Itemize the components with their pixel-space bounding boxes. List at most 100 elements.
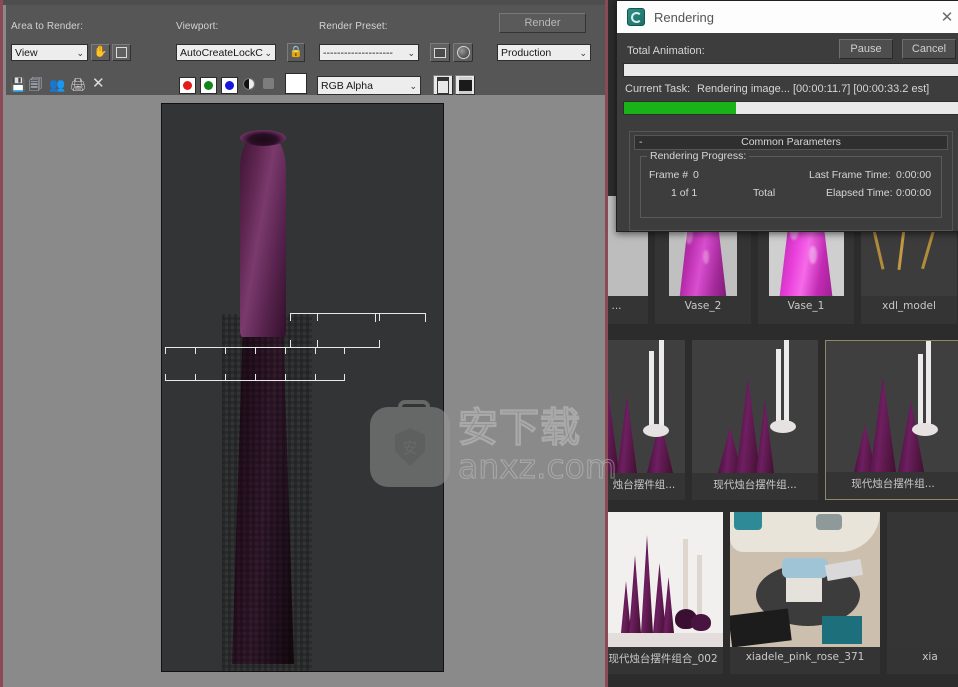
asset-thumbnail xyxy=(608,340,685,473)
color-swatch[interactable] xyxy=(285,73,307,94)
render-preset-select[interactable]: -------------------- ⌄ xyxy=(319,44,419,61)
asset-thumbnail xyxy=(887,512,958,647)
watermark-badge-glyph: 安 xyxy=(395,428,425,466)
render-bucket-marker xyxy=(317,313,318,321)
collapse-icon[interactable]: - xyxy=(639,136,643,149)
channel-select[interactable]: RGB Alpha ⌄ xyxy=(317,76,421,95)
asset-card[interactable]: 烛台摆件组... xyxy=(608,340,685,500)
asset-card-label: Vase_1 xyxy=(787,300,825,312)
total-animation-progressbar xyxy=(623,63,958,77)
alpha-channel-icon[interactable] xyxy=(243,78,255,90)
asset-card-label: 烛台摆件组... xyxy=(612,479,676,491)
render-button[interactable]: Render xyxy=(499,13,586,33)
pause-button[interactable]: Pause xyxy=(839,39,893,59)
render-mode-select[interactable]: Production ⌄ xyxy=(497,44,591,61)
render-bucket-marker xyxy=(379,313,380,321)
last-frame-time-label: Last Frame Time: xyxy=(809,169,891,181)
print-image-icon[interactable]: 🖨 xyxy=(70,78,87,91)
render-mode-value: Production xyxy=(501,47,552,59)
asset-card-label: Vase_2 xyxy=(684,300,722,312)
asset-card[interactable]: 现代烛台摆件组... xyxy=(692,340,818,500)
asset-thumbnail xyxy=(608,512,723,647)
viewport-label: Viewport: xyxy=(176,21,219,32)
frame-value: 0 xyxy=(693,169,699,181)
frame-sequence-value: 1 of 1 xyxy=(671,187,698,199)
total-animation-label: Total Animation: xyxy=(627,45,705,57)
lock-icon[interactable]: 🔒 xyxy=(287,43,305,62)
elapsed-time-label: Elapsed Time: xyxy=(826,187,893,199)
render-setup-icon[interactable] xyxy=(430,43,450,62)
image-background-upper xyxy=(162,104,443,318)
asset-card-label: xiadele_pink_rose_371 xyxy=(745,651,865,663)
chevron-down-icon: ⌄ xyxy=(264,48,272,58)
asset-card[interactable]: xiadele_pink_rose_371 xyxy=(730,512,880,674)
area-to-render-value: View xyxy=(15,47,38,59)
rendered-image[interactable] xyxy=(161,103,444,672)
rendering-progress-group-title: Rendering Progress: xyxy=(647,150,750,162)
asset-thumbnail xyxy=(826,341,958,472)
toggle-background-icon[interactable] xyxy=(455,75,475,95)
render-noise-overlay xyxy=(222,314,312,671)
asset-card[interactable]: xia xyxy=(887,512,958,674)
render-frame-window: Area to Render: Viewport: Render Preset:… xyxy=(0,0,617,687)
asset-card-label: 现代烛台摆件组... xyxy=(713,479,797,491)
asset-card-label: ... xyxy=(611,300,622,312)
environment-icon[interactable] xyxy=(453,43,473,62)
rendering-progress-group: Rendering Progress: Frame # 0 1 of 1 Tot… xyxy=(640,150,942,218)
rollout-title: Common Parameters xyxy=(741,136,841,148)
green-channel-icon[interactable] xyxy=(200,77,217,94)
frame-label: Frame # xyxy=(649,169,689,181)
clone-window-icon[interactable]: 👥 xyxy=(49,78,65,91)
area-to-render-select[interactable]: View ⌄ xyxy=(11,44,88,61)
render-bucket-marker xyxy=(375,313,426,314)
watermark: 安 安下载 anxz.com xyxy=(370,400,617,490)
render-bucket-marker xyxy=(290,313,380,314)
save-image-icon[interactable]: 💾 xyxy=(10,78,26,91)
viewport-select[interactable]: AutoCreateLockC ⌄ xyxy=(176,44,276,61)
chevron-down-icon: ⌄ xyxy=(409,81,417,91)
viewport-value: AutoCreateLockC xyxy=(180,47,263,59)
asset-card-label: 现代烛台摆件组合_002 xyxy=(608,653,718,665)
rollout-header[interactable]: - Common Parameters xyxy=(634,135,948,150)
blue-channel-icon[interactable] xyxy=(221,77,238,94)
render-bucket-marker xyxy=(425,313,426,322)
monochrome-icon[interactable] xyxy=(263,78,274,89)
current-task-value: Rendering image... [00:00:11.7] [00:00:3… xyxy=(697,83,930,95)
rendering-dialog-titlebar[interactable]: Rendering ✕ xyxy=(617,1,958,33)
last-frame-time-value: 0:00:00 xyxy=(896,169,932,181)
area-to-render-label: Area to Render: xyxy=(11,21,84,32)
red-channel-icon[interactable] xyxy=(179,77,196,94)
current-task-progress-fill xyxy=(624,102,736,114)
close-icon[interactable]: ✕ xyxy=(927,1,958,33)
watermark-text-url: anxz.com xyxy=(458,447,618,486)
region-icon[interactable] xyxy=(112,44,131,61)
total-label: Total xyxy=(753,187,776,199)
current-task-label: Current Task: xyxy=(625,83,691,95)
render-frame-toolbar: Area to Render: Viewport: Render Preset:… xyxy=(6,5,605,96)
asset-card[interactable]: 现代烛台摆件组... xyxy=(825,340,958,500)
pan-icon[interactable]: ✋ xyxy=(91,44,110,61)
render-image-viewport[interactable]: 安 安下载 anxz.com xyxy=(6,95,617,684)
watermark-text-cn: 安下载 xyxy=(458,405,581,451)
application-window: ... Vase_2 Vase_1 xdl_model 烛台摆件组... 现代烛… xyxy=(0,0,958,687)
clear-image-icon[interactable]: ✕ xyxy=(92,76,105,91)
asset-row: 现代烛台摆件组合_002 xiadele_pink_rose_371 xia xyxy=(608,512,958,674)
chevron-down-icon: ⌄ xyxy=(407,48,415,58)
rendering-dialog-title: Rendering xyxy=(654,9,714,25)
toggle-ui-icon[interactable] xyxy=(433,75,453,95)
current-task-progressbar xyxy=(623,101,958,115)
asset-thumbnail xyxy=(730,512,880,647)
asset-row: 烛台摆件组... 现代烛台摆件组... 现代烛台摆件组... xyxy=(608,340,958,500)
rendered-object-rim xyxy=(240,130,286,146)
render-bucket-row xyxy=(165,347,345,354)
asset-thumbnail xyxy=(692,340,818,473)
asset-card-label: 现代烛台摆件组... xyxy=(851,478,935,490)
cancel-button[interactable]: Cancel xyxy=(902,39,956,59)
asset-card[interactable]: 现代烛台摆件组合_002 xyxy=(608,512,723,674)
copy-image-icon[interactable]: 🗐 xyxy=(29,78,42,91)
rendered-object-top xyxy=(240,132,286,337)
channel-value: RGB Alpha xyxy=(321,80,373,92)
render-preset-label: Render Preset: xyxy=(319,21,388,32)
common-parameters-rollout: - Common Parameters Rendering Progress: … xyxy=(629,131,953,231)
render-bucket-marker xyxy=(379,340,380,348)
